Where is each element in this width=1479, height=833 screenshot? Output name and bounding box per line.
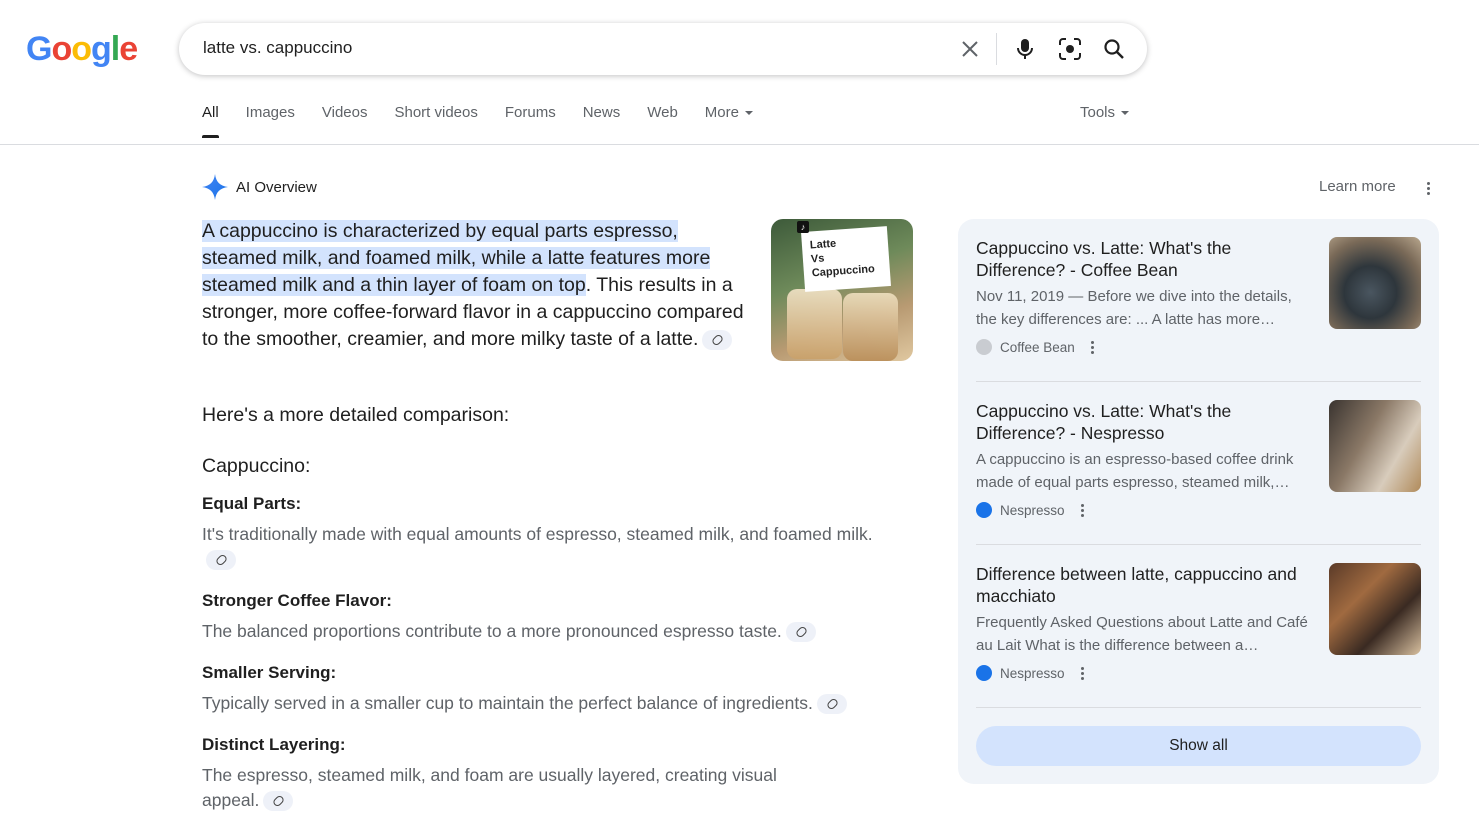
source-site: Nespresso bbox=[976, 665, 1085, 681]
source-site-name: Nespresso bbox=[1000, 665, 1065, 681]
source-image[interactable] bbox=[1329, 563, 1421, 655]
source-site: Coffee Bean bbox=[976, 339, 1095, 355]
caret-down-icon bbox=[1121, 111, 1130, 116]
search-icon[interactable] bbox=[1101, 36, 1127, 62]
tab-short-videos[interactable]: Short videos bbox=[394, 104, 477, 138]
logo-letter: o bbox=[51, 30, 72, 68]
comparison-item: Equal Parts: It's traditionally made wit… bbox=[202, 494, 902, 572]
source-card[interactable]: Cappuccino vs. Latte: What's the Differe… bbox=[976, 219, 1421, 364]
item-title: Distinct Layering: bbox=[202, 735, 346, 754]
source-title[interactable]: Cappuccino vs. Latte: What's the Differe… bbox=[976, 237, 1316, 281]
more-options-icon[interactable] bbox=[1080, 666, 1085, 682]
more-options-icon[interactable] bbox=[1427, 182, 1431, 197]
source-snippet: A cappuccino is an espresso-based coffee… bbox=[976, 451, 1294, 491]
citation-link-icon[interactable] bbox=[816, 694, 847, 715]
source-site: Nespresso bbox=[976, 502, 1085, 518]
item-title: Equal Parts: bbox=[202, 494, 302, 513]
search-divider bbox=[996, 33, 997, 65]
item-title: Smaller Serving: bbox=[202, 663, 337, 682]
learn-more-link[interactable]: Learn more bbox=[1319, 178, 1396, 195]
search-box[interactable]: latte vs. cappuccino bbox=[179, 23, 1147, 75]
item-desc-text: The balanced proportions contribute to a… bbox=[202, 621, 782, 641]
thumbnail-card: Latte Vs Cappuccino bbox=[801, 226, 891, 292]
comparison-item: Stronger Coffee Flavor: The balanced pro… bbox=[202, 591, 902, 644]
sparkle-icon bbox=[202, 174, 228, 200]
tools-button[interactable]: Tools bbox=[1080, 104, 1130, 121]
ai-overview-header: AI Overview bbox=[202, 174, 317, 200]
tab-web[interactable]: Web bbox=[647, 104, 678, 138]
tab-all[interactable]: All bbox=[202, 104, 219, 138]
tab-forums[interactable]: Forums bbox=[505, 104, 556, 138]
item-desc-text: It's traditionally made with equal amoun… bbox=[202, 524, 873, 544]
glass-left bbox=[787, 289, 842, 359]
ai-overview-summary: A cappuccino is characterized by equal p… bbox=[202, 218, 758, 353]
item-desc: The espresso, steamed milk, and foam are… bbox=[202, 763, 822, 813]
logo-letter: e bbox=[119, 30, 138, 68]
source-card[interactable]: Difference between latte, cappuccino and… bbox=[976, 545, 1421, 690]
coffee-bean-favicon-icon bbox=[976, 339, 992, 355]
clear-icon[interactable] bbox=[957, 36, 983, 62]
glass-right bbox=[843, 293, 898, 361]
citation-link-icon[interactable] bbox=[263, 791, 294, 812]
header-divider bbox=[0, 144, 1479, 145]
tab-images[interactable]: Images bbox=[246, 104, 295, 138]
tiktok-icon: ♪ bbox=[797, 221, 809, 233]
tab-more-label: More bbox=[704, 104, 739, 121]
source-divider bbox=[976, 707, 1421, 708]
search-tabs: All Images Videos Short videos Forums Ne… bbox=[202, 104, 780, 144]
citation-link-icon[interactable] bbox=[702, 329, 733, 350]
item-desc-text: Typically served in a smaller cup to mai… bbox=[202, 693, 813, 713]
more-options-icon[interactable] bbox=[1080, 503, 1085, 519]
search-input[interactable]: latte vs. cappuccino bbox=[203, 38, 352, 58]
microphone-icon[interactable] bbox=[1012, 36, 1038, 62]
ai-overview-label: AI Overview bbox=[236, 178, 317, 196]
source-site-name: Coffee Bean bbox=[1000, 339, 1075, 355]
show-all-button[interactable]: Show all bbox=[976, 726, 1421, 766]
item-desc: The balanced proportions contribute to a… bbox=[202, 619, 902, 644]
video-thumbnail[interactable]: Latte Vs Cappuccino ♪ bbox=[771, 219, 913, 361]
logo-letter: g bbox=[91, 30, 112, 68]
detail-intro: Here's a more detailed comparison: bbox=[202, 404, 510, 426]
globe-icon bbox=[976, 502, 992, 518]
citation-link-icon[interactable] bbox=[206, 550, 236, 571]
source-image[interactable] bbox=[1329, 237, 1421, 329]
subheading: Cappuccino: bbox=[202, 455, 311, 477]
lens-icon[interactable] bbox=[1057, 36, 1083, 62]
source-image[interactable] bbox=[1329, 400, 1421, 492]
sources-panel: Cappuccino vs. Latte: What's the Differe… bbox=[958, 219, 1439, 784]
item-desc: It's traditionally made with equal amoun… bbox=[202, 522, 902, 572]
logo-letter: l bbox=[110, 30, 121, 68]
logo-letter: G bbox=[26, 30, 52, 68]
more-options-icon[interactable] bbox=[1090, 340, 1095, 356]
source-card[interactable]: Cappuccino vs. Latte: What's the Differe… bbox=[976, 382, 1421, 527]
logo-letter: o bbox=[71, 30, 92, 68]
tab-more[interactable]: More bbox=[705, 104, 753, 138]
globe-icon bbox=[976, 665, 992, 681]
google-logo[interactable]: Google bbox=[26, 30, 138, 69]
tools-label: Tools bbox=[1080, 104, 1116, 121]
source-snippet: Frequently Asked Questions about Latte a… bbox=[976, 614, 1308, 654]
tab-videos[interactable]: Videos bbox=[322, 104, 368, 138]
item-title: Stronger Coffee Flavor: bbox=[202, 591, 392, 610]
source-snippet: Nov 11, 2019 — Before we dive into the d… bbox=[976, 288, 1292, 328]
comparison-item: Smaller Serving: Typically served in a s… bbox=[202, 663, 902, 716]
source-title[interactable]: Cappuccino vs. Latte: What's the Differe… bbox=[976, 400, 1316, 444]
caret-down-icon bbox=[744, 111, 753, 116]
source-site-name: Nespresso bbox=[1000, 502, 1065, 518]
comparison-item: Distinct Layering: The espresso, steamed… bbox=[202, 735, 822, 813]
tab-news[interactable]: News bbox=[583, 104, 621, 138]
citation-link-icon[interactable] bbox=[785, 622, 816, 643]
item-desc: Typically served in a smaller cup to mai… bbox=[202, 691, 902, 716]
source-title[interactable]: Difference between latte, cappuccino and… bbox=[976, 563, 1316, 607]
